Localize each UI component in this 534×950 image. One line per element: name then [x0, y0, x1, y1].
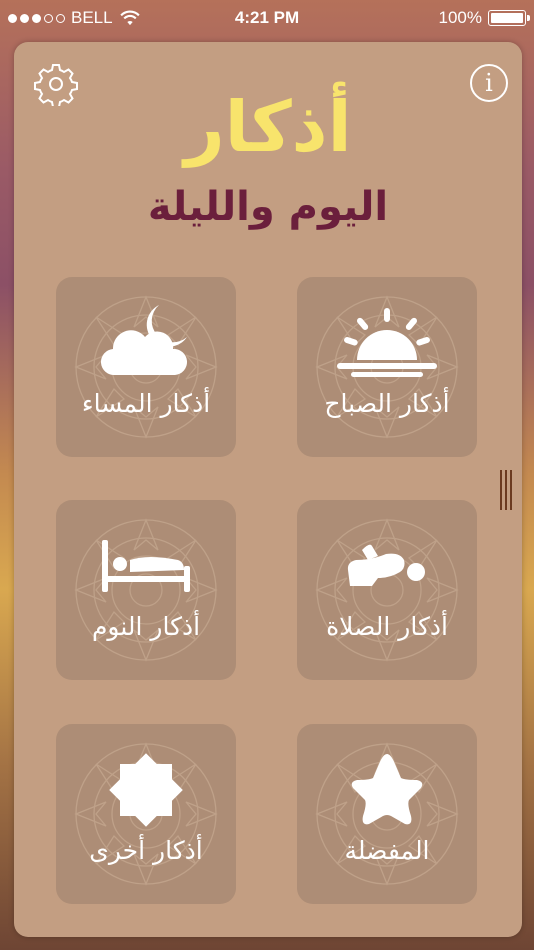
star-icon — [351, 754, 423, 825]
tile-label: أذكار المساء — [81, 389, 211, 418]
tile-morning-adhkar[interactable]: أذكار الصباح — [297, 277, 477, 457]
sunrise-icon — [337, 308, 437, 377]
tile-evening-adhkar[interactable]: أذكار المساء — [56, 277, 236, 457]
tile-sleep-adhkar[interactable]: أذكار النوم — [56, 500, 236, 680]
battery-percent: 100% — [438, 8, 482, 27]
main-card: i أذكار اليوم والليلة أذكار الصباح أذكار… — [14, 42, 522, 937]
octagram-icon — [109, 753, 183, 827]
tile-prayer-adhkar[interactable]: أذكار الصلاة — [297, 500, 477, 680]
tile-other-adhkar[interactable]: أذكار أخرى — [56, 724, 236, 904]
tile-label: أذكار النوم — [91, 612, 201, 641]
status-bar: BELL 4:21 PM 100% — [0, 0, 534, 38]
prostrating-person-icon — [347, 544, 425, 586]
tile-label: أذكار الصلاة — [326, 612, 448, 641]
tile-label: أذكار أخرى — [89, 836, 203, 865]
tile-label: أذكار الصباح — [324, 389, 450, 418]
battery-icon — [488, 10, 530, 26]
drawer-handle[interactable] — [500, 470, 514, 510]
status-right: 100% — [438, 8, 530, 28]
moon-cloud-icon — [101, 305, 187, 376]
app-subtitle: اليوم والليلة — [147, 184, 389, 230]
tile-label: المفضلة — [344, 836, 430, 865]
bed-icon — [102, 540, 190, 592]
app-title: أذكار — [184, 86, 352, 168]
tile-favorites[interactable]: المفضلة — [297, 724, 477, 904]
